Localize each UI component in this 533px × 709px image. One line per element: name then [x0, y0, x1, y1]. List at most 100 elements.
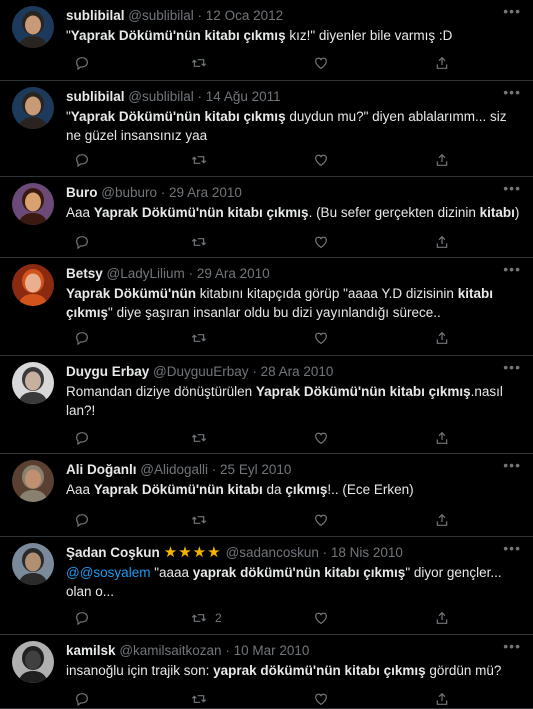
retweet-button[interactable]	[183, 690, 215, 708]
share-button[interactable]	[426, 609, 450, 627]
author-handle[interactable]: @DuyguuErbay	[153, 364, 249, 379]
text-segment: " diye şaşıran insanlar oldu bu dizi yay…	[108, 305, 441, 320]
author-handle[interactable]: @sublibilal	[128, 8, 193, 23]
like-button[interactable]	[305, 429, 329, 447]
retweet-button[interactable]	[183, 511, 215, 529]
share-button[interactable]	[426, 511, 450, 529]
mention-link[interactable]: @sosyalem	[80, 565, 151, 580]
author-handle[interactable]: @sublibilal	[128, 89, 193, 104]
like-button[interactable]	[305, 54, 329, 72]
tweet-header: sublibilal @sublibilal · 12 Oca 2012	[66, 7, 521, 24]
highlight-text: Yaprak Dökümü'nün kitabı çıkmış	[70, 28, 286, 43]
retweet-button[interactable]	[183, 151, 215, 169]
like-button[interactable]	[305, 151, 329, 169]
retweet-button[interactable]	[183, 329, 215, 347]
tweet-date[interactable]: 28 Ara 2010	[261, 364, 334, 379]
reply-button[interactable]	[66, 54, 90, 72]
avatar[interactable]	[12, 183, 54, 225]
like-button[interactable]	[305, 511, 329, 529]
reply-button[interactable]	[66, 329, 90, 347]
tweet[interactable]: ••• Buro @buburo · 29 Ara 2010 Aaa Yaprak …	[0, 177, 533, 258]
avatar[interactable]	[12, 6, 54, 48]
like-button[interactable]	[305, 690, 329, 708]
author-handle[interactable]: @buburo	[101, 185, 157, 200]
tweet-date[interactable]: 10 Mar 2010	[234, 643, 310, 658]
retweet-button[interactable]	[183, 429, 215, 447]
tweet-date[interactable]: 18 Nis 2010	[331, 545, 403, 560]
author-name[interactable]: Duygu Erbay	[66, 364, 149, 379]
share-button[interactable]	[426, 690, 450, 708]
separator-dot: ·	[188, 266, 194, 281]
reply-icon	[74, 330, 90, 346]
reply-button[interactable]	[66, 511, 90, 529]
avatar[interactable]	[12, 87, 54, 129]
separator-dot: ·	[225, 643, 230, 658]
tweet[interactable]: ••• Betsy @LadyLilium · 29 Ara 2010 Yaprak…	[0, 258, 533, 356]
share-button[interactable]	[426, 54, 450, 72]
reply-button[interactable]	[66, 151, 90, 169]
star-rating: ★★★★	[163, 544, 222, 561]
tweet-date[interactable]: 25 Eyl 2010	[220, 462, 291, 477]
avatar[interactable]	[12, 460, 54, 502]
tweet[interactable]: ••• kamilsk @kamilsaitkozan · 10 Mar 2010…	[0, 635, 533, 709]
tweet-date[interactable]: 29 Ara 2010	[169, 185, 242, 200]
avatar[interactable]	[12, 264, 54, 306]
share-icon	[434, 234, 450, 250]
tweet-content: Betsy @LadyLilium · 29 Ara 2010 Yaprak Dö…	[66, 265, 521, 322]
like-button[interactable]	[305, 233, 329, 251]
tweet-header: Betsy @LadyLilium · 29 Ara 2010	[66, 265, 521, 282]
share-button[interactable]	[426, 233, 450, 251]
tweet-text: Yaprak Dökümü'nün kitabını kitapçıda gör…	[66, 284, 521, 322]
author-name[interactable]: Buro	[66, 185, 98, 200]
tweet-date[interactable]: 12 Oca 2012	[206, 8, 283, 23]
reply-icon	[74, 152, 90, 168]
author-name[interactable]: Ali Doğanlı	[66, 462, 137, 477]
tweet[interactable]: ••• sublibilal @sublibilal · 14 Ağu 2011 "…	[0, 81, 533, 177]
tweet-actions	[66, 511, 456, 529]
tweet-content: Duygu Erbay @DuyguuErbay · 28 Ara 2010 Ro…	[66, 363, 521, 420]
tweet[interactable]: ••• Ali Doğanlı @Alidogalli · 25 Eyl 2010…	[0, 454, 533, 537]
author-handle[interactable]: @kamilsaitkozan	[119, 643, 221, 658]
share-button[interactable]	[426, 429, 450, 447]
retweet-button[interactable]: 2	[183, 609, 222, 627]
reply-button[interactable]	[66, 609, 90, 627]
author-name[interactable]: sublibilal	[66, 8, 125, 23]
retweet-button[interactable]	[183, 54, 215, 72]
like-button[interactable]	[305, 329, 329, 347]
author-handle[interactable]: @LadyLilium	[107, 266, 185, 281]
separator-dot: ·	[197, 89, 203, 104]
author-name[interactable]: Betsy	[66, 266, 103, 281]
reply-button[interactable]	[66, 429, 90, 447]
author-handle[interactable]: @Alidogalli	[140, 462, 208, 477]
text-segment: Aaa	[66, 482, 94, 497]
retweet-button[interactable]	[183, 233, 215, 251]
share-button[interactable]	[426, 151, 450, 169]
mention-link[interactable]: @	[66, 565, 80, 580]
like-button[interactable]	[305, 609, 329, 627]
author-name[interactable]: kamilsk	[66, 643, 116, 658]
reply-icon	[74, 234, 90, 250]
retweet-icon	[191, 55, 207, 71]
avatar[interactable]	[12, 362, 54, 404]
author-name[interactable]: sublibilal	[66, 89, 125, 104]
reply-button[interactable]	[66, 233, 90, 251]
tweet-date[interactable]: 29 Ara 2010	[197, 266, 270, 281]
avatar[interactable]	[12, 543, 54, 585]
like-icon	[313, 430, 329, 446]
avatar[interactable]	[12, 641, 54, 683]
text-segment: kitabını kitapçıda görüp "aaaa Y.D dizis…	[195, 286, 458, 301]
author-handle[interactable]: @sadancoskun	[226, 545, 319, 560]
retweet-icon	[191, 610, 207, 626]
separator-dot: ·	[160, 185, 166, 200]
tweet-content: Buro @buburo · 29 Ara 2010 Aaa Yaprak Dök…	[66, 184, 521, 222]
reply-button[interactable]	[66, 690, 90, 708]
tweet-date[interactable]: 14 Ağu 2011	[206, 89, 281, 104]
tweet[interactable]: ••• Şadan Coşkun ★★★★ @sadancoskun · 18 Nis…	[0, 537, 533, 635]
share-button[interactable]	[426, 329, 450, 347]
highlight-text: Yaprak Dökümü'nün kitabı çıkmış	[255, 384, 471, 399]
tweet[interactable]: ••• Duygu Erbay @DuyguuErbay · 28 Ara 201…	[0, 356, 533, 454]
text-segment: "aaaa	[150, 565, 193, 580]
author-name[interactable]: Şadan Coşkun	[66, 545, 160, 560]
tweet-actions	[66, 690, 456, 708]
tweet[interactable]: ••• sublibilal @sublibilal · 12 Oca 2012 "…	[0, 0, 533, 81]
